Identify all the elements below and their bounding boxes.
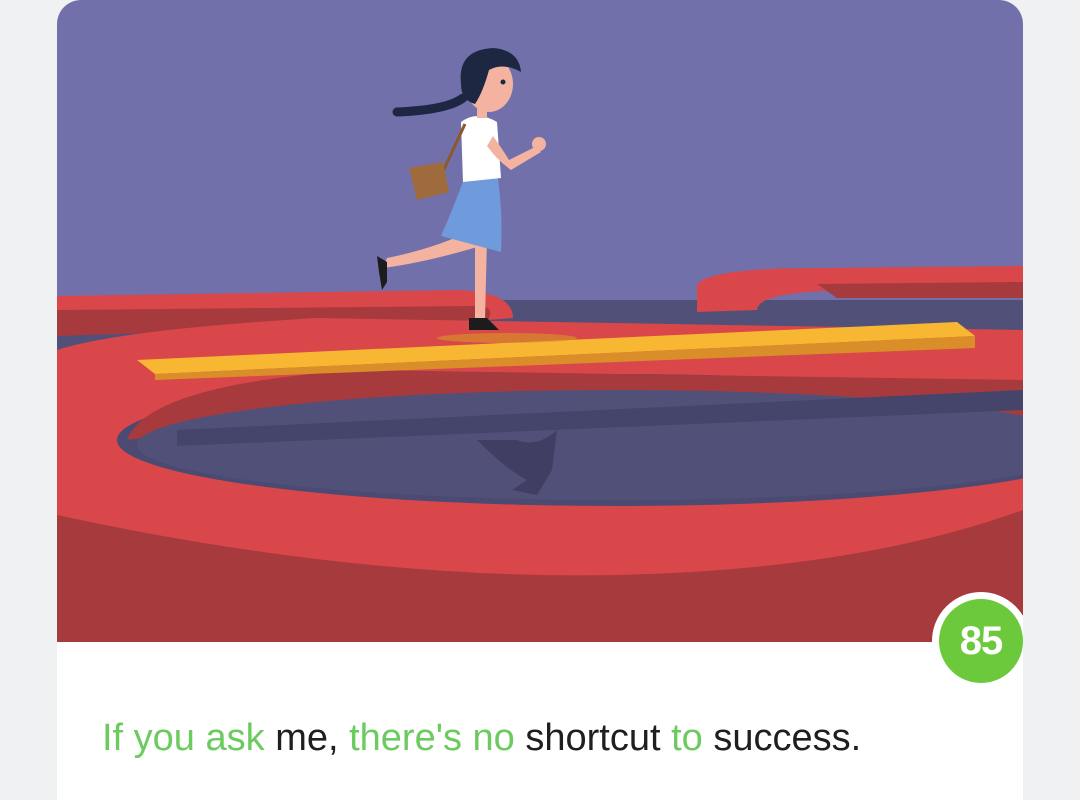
score-badge: 85 [932,592,1023,690]
sentence-word-highlighted[interactable]: If you ask [102,717,275,759]
score-value: 85 [959,618,1003,663]
lesson-sentence: If you ask me, there's no shortcut to su… [102,713,861,763]
sentence-word[interactable]: success. [713,717,861,759]
sentence-word-highlighted[interactable]: there's no [349,717,525,759]
sentence-word[interactable]: me, [275,717,349,759]
sentence-word-highlighted[interactable]: to [671,717,713,759]
lesson-card[interactable]: 85 [57,0,1023,800]
sentence-word[interactable]: shortcut [525,717,671,759]
lesson-illustration [57,0,1023,642]
